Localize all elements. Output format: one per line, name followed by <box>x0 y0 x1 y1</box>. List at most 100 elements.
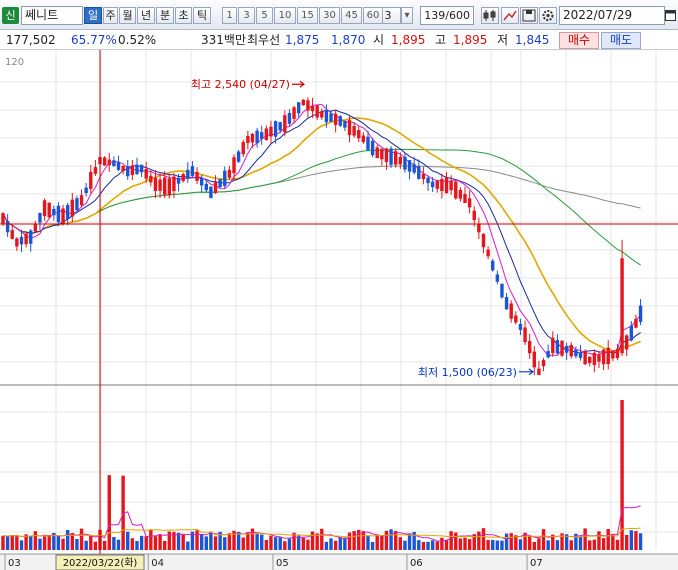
volume-bar <box>606 528 610 550</box>
x-tick-label: 06 <box>410 558 423 569</box>
volume-bar <box>199 534 204 550</box>
interval-button-15[interactable]: 15 <box>297 7 318 24</box>
volume-bar <box>620 400 624 550</box>
volume-bar <box>65 529 70 550</box>
candle-body <box>601 349 606 365</box>
interval-button-60[interactable]: 60 <box>363 7 383 24</box>
candle-body <box>241 141 245 155</box>
volume-bar <box>130 538 135 550</box>
candle-body <box>324 109 329 123</box>
chart-background <box>0 50 678 570</box>
volume-bar <box>139 535 144 550</box>
volume-bar <box>301 537 305 550</box>
volume-bar <box>500 540 504 550</box>
candle-body <box>47 202 51 218</box>
candle-body <box>213 182 218 194</box>
period-tab-1[interactable]: 주 <box>103 7 118 24</box>
candle-body <box>375 147 379 158</box>
volume-bar <box>444 540 449 550</box>
price-chart[interactable]: 120 03 04 05 06 07 2022/03/22(화) 최고 2,540 (04/2… <box>0 50 678 570</box>
candle-body <box>236 151 241 162</box>
period-tab-3[interactable]: 년 <box>137 7 155 24</box>
volume-bar <box>583 528 587 550</box>
period-tab-6[interactable]: 틱 <box>193 7 211 24</box>
candle-body <box>269 126 273 137</box>
crosshair-line-icon[interactable] <box>501 7 519 24</box>
candle-body <box>343 120 347 128</box>
volume-bar <box>79 528 84 550</box>
count-input[interactable]: 139/600 <box>420 6 474 25</box>
candle-body <box>315 105 319 118</box>
period-tab-2[interactable]: 월 <box>119 7 136 24</box>
period-tab-4[interactable]: 분 <box>156 7 174 24</box>
candle-body <box>172 176 176 192</box>
candle-body <box>527 341 532 354</box>
candle-body <box>176 177 181 184</box>
candle-body <box>384 148 389 163</box>
period-tab-0[interactable]: 일 <box>84 7 102 24</box>
candle-body <box>144 168 148 179</box>
candle-body <box>495 274 500 282</box>
candle-body <box>509 303 513 319</box>
candle-body <box>634 318 638 328</box>
volume-bar <box>597 531 601 550</box>
buy-button[interactable]: 매수 <box>559 32 599 49</box>
volume-bar <box>380 535 384 550</box>
candle-body <box>167 178 172 196</box>
candle-settings-icon[interactable] <box>481 7 499 24</box>
period-tab-5[interactable]: 초 <box>175 7 192 24</box>
volume-bar <box>592 539 597 550</box>
volume-bar <box>255 534 259 550</box>
interval-button-10[interactable]: 10 <box>274 7 296 24</box>
volume-bar <box>260 534 264 550</box>
volume-bar <box>611 533 615 550</box>
candle-body <box>121 165 125 172</box>
chevron-down-icon[interactable]: ▾ <box>401 7 413 24</box>
sell-button[interactable]: 매도 <box>601 32 641 49</box>
date-input[interactable]: 2022/07/29 <box>559 6 665 25</box>
candle-body <box>227 169 232 178</box>
interval-button-45[interactable]: 45 <box>341 7 362 24</box>
candle-body <box>606 347 610 365</box>
candle-body <box>491 260 495 271</box>
volume-bar <box>329 538 333 550</box>
interval-button-30[interactable]: 30 <box>319 7 340 24</box>
volume-bar <box>56 535 61 550</box>
candle-body <box>463 194 467 204</box>
interval-button-1[interactable]: 1 <box>222 7 237 24</box>
x-tick-label: 04 <box>151 558 164 569</box>
low-annotation: 최저 1,500 (06/23) <box>418 366 517 379</box>
candle-body <box>361 135 366 143</box>
quote-info-bar: 177,502 65.77% 0.52% 331백만 최우선 1,875 1,8… <box>0 30 678 50</box>
candle-body <box>578 352 583 358</box>
interval-button-5[interactable]: 5 <box>256 7 273 24</box>
save-icon[interactable] <box>520 7 538 24</box>
volume-bar <box>407 533 412 550</box>
volume-bar <box>19 540 24 550</box>
volume-bar <box>236 531 241 550</box>
volume-bar <box>454 532 458 550</box>
volume-bar <box>389 529 393 550</box>
volume-bar <box>638 533 643 550</box>
candle-body <box>560 340 564 356</box>
candle-body <box>555 340 560 354</box>
volume-bar <box>93 541 98 550</box>
ratio2-value: 0.52% <box>118 33 157 47</box>
volume-bar <box>163 540 167 550</box>
calendar-icon[interactable] <box>665 8 676 22</box>
volume-bar <box>333 540 338 550</box>
candle-body <box>458 189 463 199</box>
stock-name-input[interactable]: 쎄니트 <box>21 6 83 25</box>
volume-bar <box>467 539 472 550</box>
candle-body <box>366 136 370 151</box>
candle-body <box>199 178 204 186</box>
volume-bar <box>296 535 301 550</box>
candle-body <box>283 115 287 133</box>
volume-bar <box>89 535 93 550</box>
candle-body <box>333 113 338 125</box>
candle-body <box>504 297 509 310</box>
candle-body <box>42 200 47 217</box>
interval-button-3[interactable]: 3 <box>238 7 255 24</box>
gear-icon[interactable] <box>539 7 557 24</box>
volume-bar <box>195 530 199 550</box>
